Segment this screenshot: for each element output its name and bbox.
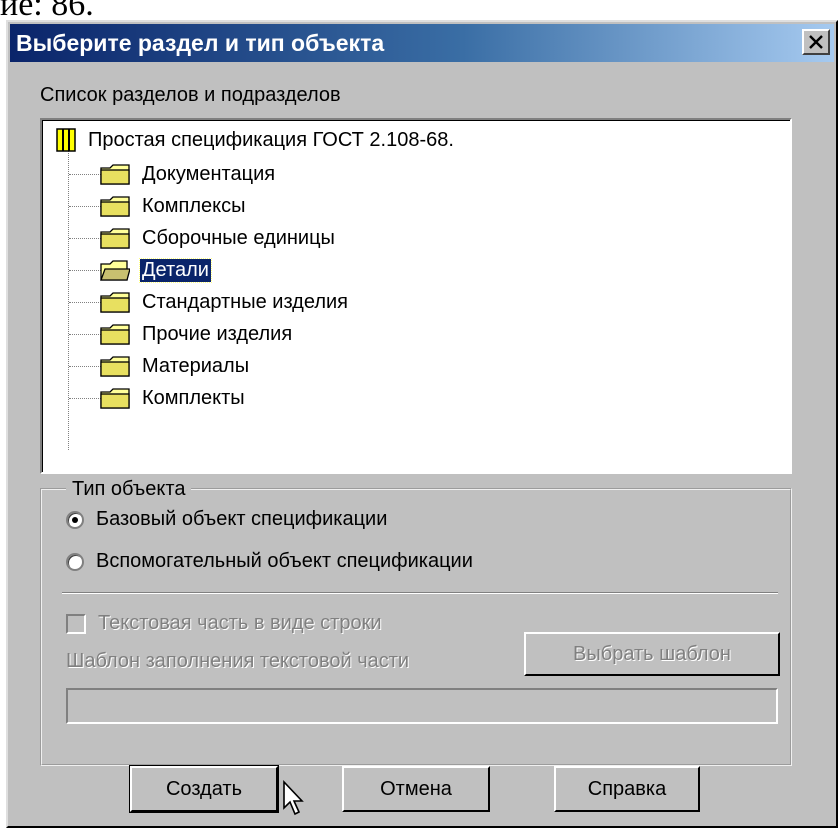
- tree-item-materials[interactable]: Материалы: [100, 351, 251, 381]
- tree-item-assembly-units[interactable]: Сборочные единицы: [100, 223, 337, 253]
- aux-object-label: Вспомогательный объект спецификации: [96, 550, 473, 572]
- tree-branch: [69, 270, 101, 271]
- text-part-checkbox-label: Текстовая часть в виде строки: [98, 612, 382, 634]
- tree-branch: [69, 302, 101, 303]
- close-icon: [809, 35, 823, 49]
- tree-root-node[interactable]: Простая спецификация ГОСТ 2.108-68.: [56, 128, 454, 152]
- radio-selected-indicator: [66, 510, 84, 529]
- tree-branch: [69, 398, 101, 399]
- tree-item-label: Материалы: [142, 354, 250, 377]
- tree-item-label: Прочие изделия: [142, 322, 293, 345]
- tree-item-label: Комплекты: [142, 386, 245, 409]
- tree-item-label: Стандартные изделия: [142, 290, 348, 313]
- tree-branch: [69, 206, 101, 207]
- tree-branch: [69, 174, 101, 175]
- aux-object-radio[interactable]: Вспомогательный объект спецификации: [66, 550, 473, 573]
- title-bar: Выберите раздел и тип объекта: [10, 24, 834, 62]
- sections-list-label: Список разделов и подразделов: [40, 84, 341, 106]
- choose-template-button[interactable]: Выбрать шаблон: [524, 632, 780, 676]
- folder-icon: [100, 324, 130, 345]
- tree-branch: [69, 334, 101, 335]
- dialog-title: Выберите раздел и тип объекта: [16, 29, 385, 56]
- folder-icon: [100, 196, 130, 217]
- specification-book-icon: [56, 128, 76, 152]
- tree-item-other-products[interactable]: Прочие изделия: [100, 319, 294, 349]
- cancel-button[interactable]: Отмена: [342, 766, 490, 812]
- tree-item-label: Детали: [139, 257, 212, 283]
- folder-icon: [100, 292, 130, 313]
- template-field[interactable]: [66, 688, 778, 724]
- folder-icon: [100, 164, 130, 185]
- tree-item-complexes[interactable]: Комплексы: [100, 191, 248, 221]
- folder-icon: [100, 228, 130, 249]
- close-button[interactable]: [802, 29, 830, 55]
- tree-item-documentation[interactable]: Документация: [100, 159, 277, 189]
- folder-icon: [100, 356, 130, 377]
- tree-item-label: Комплексы: [142, 194, 246, 217]
- group-separator: [62, 592, 778, 594]
- base-object-radio[interactable]: Базовый объект спецификации: [66, 508, 387, 531]
- tree-branch: [69, 238, 101, 239]
- create-button[interactable]: Создать: [129, 765, 279, 813]
- select-section-dialog: Выберите раздел и тип объекта Список раз…: [6, 20, 838, 828]
- tree-item-standard-products[interactable]: Стандартные изделия: [100, 287, 350, 317]
- tree-item-kits[interactable]: Комплекты: [100, 383, 247, 413]
- help-button[interactable]: Справка: [554, 766, 700, 812]
- sections-tree[interactable]: Простая спецификация ГОСТ 2.108-68. Доку…: [40, 118, 792, 474]
- tree-item-label: Документация: [142, 162, 276, 185]
- radio-unselected-indicator: [66, 552, 84, 571]
- object-type-legend: Тип объекта: [66, 478, 192, 501]
- open-folder-icon: [100, 260, 130, 281]
- tree-connector-line: [68, 150, 69, 450]
- tree-branch: [69, 366, 101, 367]
- mouse-pointer-icon: [283, 780, 304, 816]
- tree-item-parts[interactable]: Детали: [100, 255, 212, 285]
- template-label: Шаблон заполнения текстовой части: [66, 650, 410, 672]
- text-part-checkbox[interactable]: [66, 614, 86, 634]
- base-object-label: Базовый объект спецификации: [96, 508, 388, 530]
- tree-root-label: Простая спецификация ГОСТ 2.108-68.: [88, 128, 454, 151]
- tree-item-label: Сборочные единицы: [142, 226, 335, 249]
- folder-icon: [100, 388, 130, 409]
